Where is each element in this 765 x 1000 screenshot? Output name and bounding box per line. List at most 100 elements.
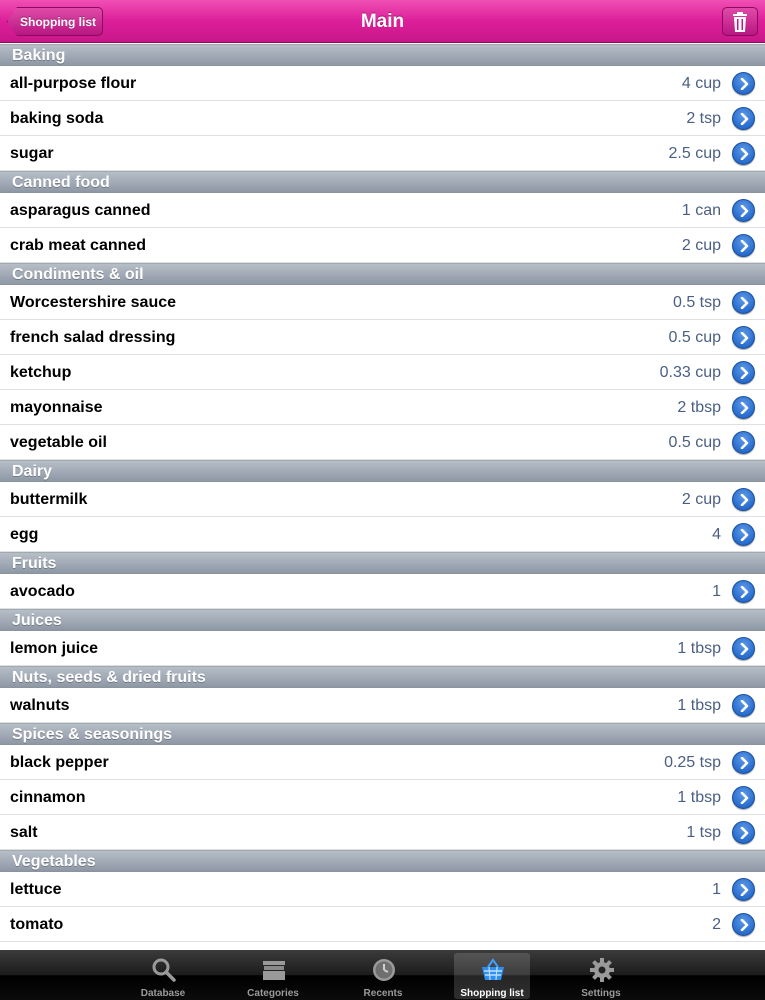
list-item[interactable]: avocado 1 bbox=[0, 574, 765, 609]
disclosure-button[interactable] bbox=[732, 107, 755, 130]
item-quantity: 2 cup bbox=[681, 237, 721, 254]
disclosure-button[interactable] bbox=[732, 821, 755, 844]
list-item[interactable]: asparagus canned 1 can bbox=[0, 193, 765, 228]
chevron-right-icon bbox=[740, 700, 749, 712]
item-quantity: 0.5 cup bbox=[668, 329, 721, 346]
list-item[interactable]: ketchup 0.33 cup bbox=[0, 355, 765, 390]
chevron-right-icon bbox=[740, 643, 749, 655]
item-name: lettuce bbox=[10, 881, 62, 898]
item-quantity: 4 cup bbox=[681, 75, 721, 92]
chevron-right-icon bbox=[740, 148, 749, 160]
clock-icon bbox=[373, 959, 395, 981]
list-item[interactable]: salt 1 tsp bbox=[0, 815, 765, 850]
item-quantity: 0.25 tsp bbox=[664, 754, 721, 771]
shopping-list: Baking all-purpose flour 4 cup baking soda 2… bbox=[0, 44, 765, 942]
tab-categories[interactable]: Categories bbox=[235, 953, 311, 999]
disclosure-button[interactable] bbox=[732, 72, 755, 95]
list-item[interactable]: black pepper 0.25 tsp bbox=[0, 745, 765, 780]
disclosure-button[interactable] bbox=[732, 488, 755, 511]
disclosure-button[interactable] bbox=[732, 786, 755, 809]
item-name: black pepper bbox=[10, 754, 109, 771]
item-name: egg bbox=[10, 526, 39, 543]
navigation-bar: Shopping list Main bbox=[0, 0, 765, 43]
list-item[interactable]: tomato 2 bbox=[0, 907, 765, 942]
section-header: Vegetables bbox=[0, 850, 765, 872]
list-item[interactable]: buttermilk 2 cup bbox=[0, 482, 765, 517]
disclosure-button[interactable] bbox=[732, 142, 755, 165]
item-name: crab meat canned bbox=[10, 237, 147, 254]
disclosure-button[interactable] bbox=[732, 431, 755, 454]
item-quantity: 1 can bbox=[681, 202, 721, 219]
tab-database[interactable]: Database bbox=[125, 953, 201, 999]
disclosure-button[interactable] bbox=[732, 523, 755, 546]
item-name: buttermilk bbox=[10, 491, 88, 508]
list-item[interactable]: crab meat canned 2 cup bbox=[0, 228, 765, 263]
chevron-right-icon bbox=[740, 919, 749, 931]
chevron-right-icon bbox=[740, 757, 749, 769]
item-name: salt bbox=[10, 824, 38, 841]
list-item[interactable]: mayonnaise 2 tbsp bbox=[0, 390, 765, 425]
item-name: lemon juice bbox=[10, 640, 99, 657]
disclosure-button[interactable] bbox=[732, 396, 755, 419]
tab-label: Shopping list bbox=[460, 988, 524, 999]
list-item[interactable]: sugar 2.5 cup bbox=[0, 136, 765, 171]
chevron-right-icon bbox=[740, 529, 749, 541]
disclosure-button[interactable] bbox=[732, 751, 755, 774]
list-item[interactable]: vegetable oil 0.5 cup bbox=[0, 425, 765, 460]
item-quantity: 1 tbsp bbox=[677, 789, 721, 806]
chevron-right-icon bbox=[740, 402, 749, 414]
disclosure-button[interactable] bbox=[732, 291, 755, 314]
section-header: Canned food bbox=[0, 171, 765, 193]
list-item[interactable]: walnuts 1 tbsp bbox=[0, 688, 765, 723]
section-header: Fruits bbox=[0, 552, 765, 574]
item-name: walnuts bbox=[10, 697, 70, 714]
tab-label: Database bbox=[140, 988, 186, 999]
item-name: sugar bbox=[10, 145, 54, 162]
chevron-right-icon bbox=[740, 297, 749, 309]
chevron-right-icon bbox=[740, 586, 749, 598]
chevron-right-icon bbox=[740, 827, 749, 839]
chevron-right-icon bbox=[740, 332, 749, 344]
list-item[interactable]: french salad dressing 0.5 cup bbox=[0, 320, 765, 355]
section-header: Baking bbox=[0, 44, 765, 66]
item-quantity: 0.5 tsp bbox=[672, 294, 721, 311]
trash-button[interactable] bbox=[722, 7, 758, 36]
item-quantity: 1 bbox=[712, 881, 721, 898]
disclosure-button[interactable] bbox=[732, 694, 755, 717]
disclosure-button[interactable] bbox=[732, 913, 755, 936]
boxes-icon bbox=[263, 961, 285, 980]
tab-label: Settings bbox=[581, 988, 621, 999]
list-item[interactable]: egg 4 bbox=[0, 517, 765, 552]
item-name: french salad dressing bbox=[10, 329, 176, 346]
tab-shopping-list[interactable]: Shopping list bbox=[454, 953, 530, 999]
section-header: Condiments & oil bbox=[0, 263, 765, 285]
list-item[interactable]: cinnamon 1 tbsp bbox=[0, 780, 765, 815]
chevron-right-icon bbox=[740, 792, 749, 804]
list-item[interactable]: lemon juice 1 tbsp bbox=[0, 631, 765, 666]
tab-settings[interactable]: Settings bbox=[563, 953, 639, 999]
tab-recents[interactable]: Recents bbox=[345, 953, 421, 999]
disclosure-button[interactable] bbox=[732, 637, 755, 660]
disclosure-button[interactable] bbox=[732, 234, 755, 257]
disclosure-button[interactable] bbox=[732, 199, 755, 222]
section-header: Juices bbox=[0, 609, 765, 631]
disclosure-button[interactable] bbox=[732, 878, 755, 901]
list-item[interactable]: Worcestershire sauce 0.5 tsp bbox=[0, 285, 765, 320]
disclosure-button[interactable] bbox=[732, 361, 755, 384]
item-quantity: 1 bbox=[712, 583, 721, 600]
item-quantity: 2 tsp bbox=[686, 110, 721, 127]
page-title: Main bbox=[360, 11, 405, 32]
chevron-right-icon bbox=[740, 240, 749, 252]
chevron-right-icon bbox=[740, 78, 749, 90]
chevron-right-icon bbox=[740, 494, 749, 506]
list-item[interactable]: all-purpose flour 4 cup bbox=[0, 66, 765, 101]
disclosure-button[interactable] bbox=[732, 580, 755, 603]
disclosure-button[interactable] bbox=[732, 326, 755, 349]
list-item[interactable]: baking soda 2 tsp bbox=[0, 101, 765, 136]
basket-icon bbox=[482, 958, 504, 981]
item-name: Worcestershire sauce bbox=[10, 294, 177, 311]
list-item[interactable]: lettuce 1 bbox=[0, 872, 765, 907]
item-quantity: 2 bbox=[712, 916, 721, 933]
chevron-right-icon bbox=[740, 437, 749, 449]
item-name: all-purpose flour bbox=[10, 75, 137, 92]
